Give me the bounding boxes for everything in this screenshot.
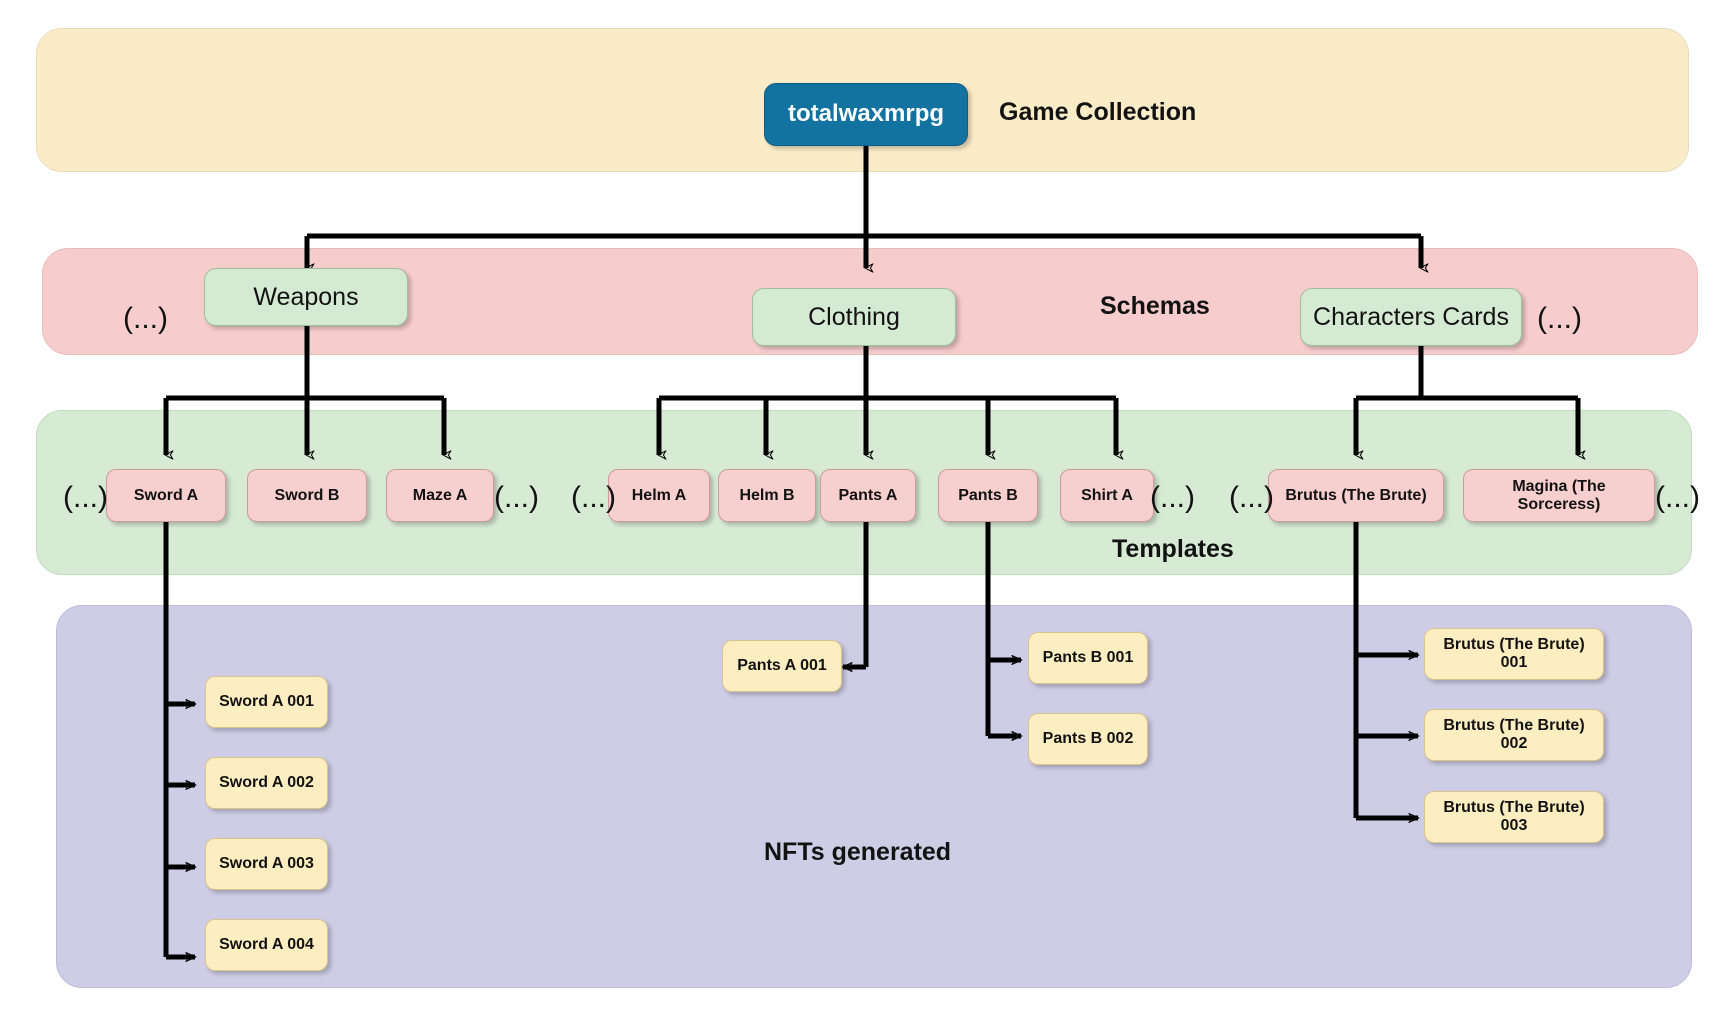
node-nft-brutus-002[interactable]: Brutus (The Brute) 002 <box>1424 709 1604 761</box>
band-caption-schemas: Schemas <box>1100 292 1210 320</box>
ellipsis-weapons-right: (...) <box>494 481 539 514</box>
ellipsis-schemas-left: (...) <box>123 302 168 335</box>
node-nft-brutus-003[interactable]: Brutus (The Brute) 003 <box>1424 791 1604 843</box>
node-nft-brutus-001[interactable]: Brutus (The Brute) 001 <box>1424 628 1604 680</box>
node-template-helm-a[interactable]: Helm A <box>608 469 710 522</box>
band-caption-templates: Templates <box>1112 535 1234 563</box>
node-template-pants-b[interactable]: Pants B <box>938 469 1038 522</box>
node-template-brutus-the-brute[interactable]: Brutus (The Brute) <box>1268 469 1444 522</box>
node-template-shirt-a[interactable]: Shirt A <box>1060 469 1154 522</box>
node-nft-pants-a-001[interactable]: Pants A 001 <box>722 640 842 692</box>
ellipsis-clothing-right: (...) <box>1150 481 1195 514</box>
ellipsis-characters-left: (...) <box>1229 481 1274 514</box>
node-nft-sword-a-002[interactable]: Sword A 002 <box>205 757 328 809</box>
node-schema-clothing[interactable]: Clothing <box>752 288 956 346</box>
diagram-canvas: Game Collection Schemas Templates NFTs g… <box>0 0 1724 1011</box>
ellipsis-weapons-left: (...) <box>63 481 108 514</box>
ellipsis-characters-right: (...) <box>1655 481 1700 514</box>
node-nft-pants-b-002[interactable]: Pants B 002 <box>1028 713 1148 765</box>
node-template-helm-b[interactable]: Helm B <box>718 469 816 522</box>
ellipsis-schemas-right: (...) <box>1537 302 1582 335</box>
band-caption-game-collection: Game Collection <box>999 98 1197 126</box>
node-schema-characters-cards[interactable]: Characters Cards <box>1300 288 1522 346</box>
node-nft-sword-a-001[interactable]: Sword A 001 <box>205 676 328 728</box>
ellipsis-clothing-left: (...) <box>571 481 616 514</box>
node-collection-totalwaxmrpg[interactable]: totalwaxmrpg <box>764 83 968 146</box>
node-nft-sword-a-004[interactable]: Sword A 004 <box>205 919 328 971</box>
node-nft-pants-b-001[interactable]: Pants B 001 <box>1028 632 1148 684</box>
node-nft-sword-a-003[interactable]: Sword A 003 <box>205 838 328 890</box>
node-schema-weapons[interactable]: Weapons <box>204 268 408 326</box>
node-template-magina-the-sorceress[interactable]: Magina (The Sorceress) <box>1463 469 1655 522</box>
node-template-sword-b[interactable]: Sword B <box>247 469 367 522</box>
node-template-maze-a[interactable]: Maze A <box>386 469 494 522</box>
band-caption-nfts-generated: NFTs generated <box>764 838 952 866</box>
node-template-sword-a[interactable]: Sword A <box>106 469 226 522</box>
node-template-pants-a[interactable]: Pants A <box>820 469 916 522</box>
